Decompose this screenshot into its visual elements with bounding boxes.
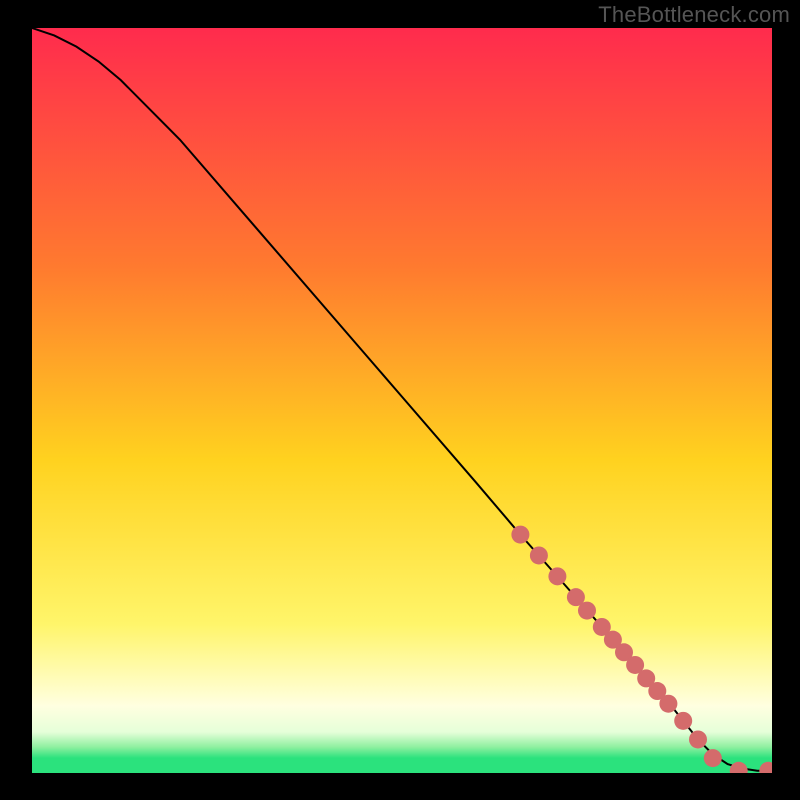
marker-dot: [530, 546, 548, 564]
marker-dot: [548, 567, 566, 585]
marker-dot: [659, 695, 677, 713]
marker-dot: [689, 730, 707, 748]
watermark-text: TheBottleneck.com: [598, 2, 790, 28]
marker-dot: [674, 712, 692, 730]
marker-dot: [704, 749, 722, 767]
gradient-rect: [32, 28, 772, 773]
plot-area: [32, 28, 772, 773]
stage: TheBottleneck.com: [0, 0, 800, 800]
marker-dot: [578, 602, 596, 620]
marker-dot: [511, 526, 529, 544]
chart-svg: [32, 28, 772, 773]
